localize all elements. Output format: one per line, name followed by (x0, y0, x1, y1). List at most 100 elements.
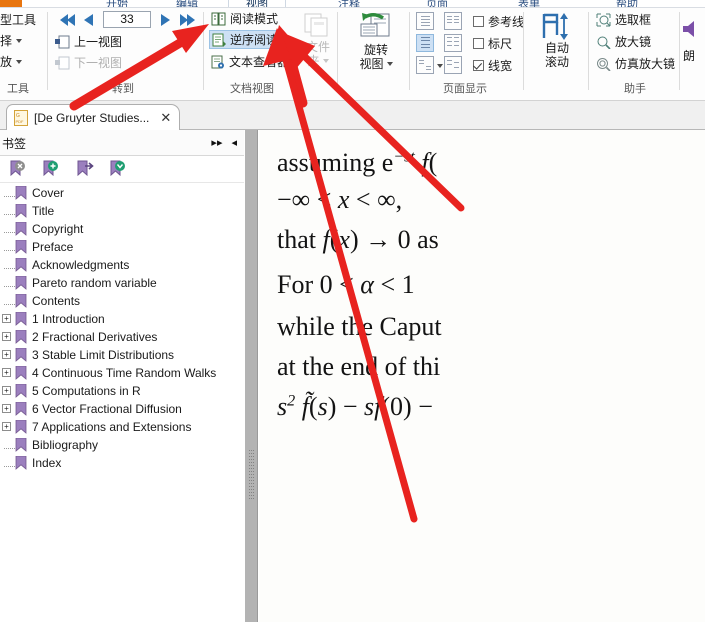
bookmark-item[interactable]: +3 Stable Limit Distributions (0, 346, 244, 364)
bookmark-flag-icon (15, 366, 27, 380)
reading-mode-button[interactable]: 阅读模式 (209, 9, 280, 28)
pdf-reader-window: 开始 编辑 视图 注释 页面 表单 帮助 型工具 择 放 工具 (0, 0, 705, 622)
group-label-docview: 文档视图 (211, 80, 293, 96)
pdf-text-line: assuming e−st f( (277, 148, 437, 178)
bookmark-tree-line (4, 196, 15, 197)
two-page-continuous-layout-button[interactable] (444, 34, 462, 52)
bookmark-item[interactable]: Title (0, 202, 244, 220)
document-tab-bar: G PDF [De Gruyter Studies... ✕ (0, 101, 705, 130)
auto-scroll-button[interactable]: 自动 滚动 (534, 11, 580, 69)
bookmark-flag-icon (15, 294, 27, 308)
document-tab-title: [De Gruyter Studies... (34, 111, 149, 125)
continuous-layout-button[interactable] (416, 34, 434, 52)
bookmark-item[interactable]: Preface (0, 238, 244, 256)
bookmark-expand-icon[interactable]: + (2, 404, 11, 413)
bookmark-flag-icon (15, 276, 27, 290)
pdf-page-view[interactable]: assuming e−st f(−∞ < x < ∞,that f(x) → 0… (259, 130, 705, 622)
single-page-layout-button[interactable] (416, 12, 434, 30)
bookmark-item[interactable]: +1 Introduction (0, 310, 244, 328)
bookmark-item-label: Acknowledgments (32, 258, 129, 272)
text-viewer-button[interactable]: 文本查看器 (209, 52, 291, 71)
guides-checkbox[interactable] (473, 16, 484, 27)
tool-item-1[interactable]: 择 (0, 31, 24, 50)
rotate-view-label-1: 旋转 (364, 43, 388, 57)
splitter-grip[interactable] (249, 450, 254, 500)
rotate-view-button[interactable]: 旋转 视图 (350, 11, 402, 71)
bookmark-item-label: 4 Continuous Time Random Walks (32, 366, 216, 380)
book-mode-layout-button[interactable] (444, 56, 462, 74)
group-label-tools: 工具 (0, 80, 40, 96)
bookmark-item-label: 6 Vector Fractional Diffusion (32, 402, 182, 416)
group-label-goto: 转到 (88, 80, 158, 96)
bookmark-expand-icon[interactable]: + (2, 314, 11, 323)
bookmark-item[interactable]: +4 Continuous Time Random Walks (0, 364, 244, 382)
document-tab[interactable]: G PDF [De Gruyter Studies... ✕ (6, 104, 180, 130)
bookmark-item[interactable]: Cover (0, 184, 244, 202)
bookmark-item-label: 2 Fractional Derivatives (32, 330, 157, 344)
next-page-icon[interactable] (158, 11, 174, 29)
bookmark-item[interactable]: Bibliography (0, 436, 244, 454)
goto-bookmark-button[interactable] (75, 160, 95, 179)
reverse-read-button[interactable]: 逆序阅读 (209, 30, 281, 49)
tool-item-0[interactable]: 型工具 (0, 10, 38, 29)
ribbon-group-assistant: 选取框 放大镜 (590, 8, 680, 101)
bookmark-expand-icon[interactable]: + (2, 332, 11, 341)
bookmark-item-label: 3 Stable Limit Distributions (32, 348, 174, 362)
guides-checkbox-row[interactable]: 参考线 (473, 13, 524, 30)
bookmark-item[interactable]: Contents (0, 292, 244, 310)
chevron-down-icon (387, 62, 393, 66)
pdf-text-line: at the end of thi (277, 352, 440, 382)
bookmark-item[interactable]: Pareto random variable (0, 274, 244, 292)
page-number-input[interactable]: 33 (103, 11, 151, 28)
last-page-icon[interactable] (178, 11, 200, 29)
chevron-down-icon[interactable] (437, 64, 443, 68)
bookmarks-toolbar (0, 156, 244, 183)
bookmark-item[interactable]: Index (0, 454, 244, 472)
linewidth-checkbox-row[interactable]: 线宽 (473, 57, 512, 74)
bookmark-item[interactable]: +7 Applications and Extensions (0, 418, 244, 436)
panel-splitter[interactable] (244, 130, 258, 622)
ribbon: 开始 编辑 视图 注释 页面 表单 帮助 型工具 择 放 工具 (0, 0, 705, 101)
speaker-icon[interactable] (681, 18, 703, 40)
separate-cover-layout-button[interactable] (416, 56, 434, 74)
bookmarks-list[interactable]: Cover Title CopyrightPreface Acknowledgment… (0, 184, 244, 622)
collapse-panel-icon[interactable]: ◂ (231, 136, 237, 149)
previous-view-icon (55, 35, 70, 49)
bookmark-tree-line (4, 214, 15, 215)
bookmark-flag-icon (15, 420, 27, 434)
bookmark-item-label: Pareto random variable (32, 276, 157, 290)
bookmark-item-label: Contents (32, 294, 80, 308)
first-page-icon[interactable] (55, 11, 77, 29)
bookmark-flag-icon (15, 258, 27, 272)
bookmark-item[interactable]: +6 Vector Fractional Diffusion (0, 400, 244, 418)
ruler-checkbox-row[interactable]: 标尺 (473, 35, 512, 52)
selection-box-button[interactable]: 选取框 (594, 10, 653, 29)
bookmark-flag-icon (15, 348, 27, 362)
bookmark-item[interactable]: Copyright (0, 220, 244, 238)
add-bookmark-button[interactable] (41, 160, 61, 179)
bookmark-expand-icon[interactable]: + (2, 368, 11, 377)
previous-view-button[interactable]: 上一视图 (53, 32, 124, 51)
close-icon[interactable]: ✕ (160, 110, 171, 126)
ribbon-group-autoscroll: 自动 滚动 (526, 8, 586, 101)
bookmark-item-label: Title (32, 204, 54, 218)
bookmark-item[interactable]: Acknowledgments (0, 256, 244, 274)
collapse-bookmarks-button[interactable] (108, 160, 128, 179)
bookmark-item[interactable]: +5 Computations in R (0, 382, 244, 400)
linewidth-checkbox[interactable] (473, 60, 484, 71)
ruler-checkbox[interactable] (473, 38, 484, 49)
loupe-button[interactable]: 仿真放大镜 (594, 54, 677, 73)
selection-box-icon (596, 13, 611, 27)
two-page-layout-button[interactable] (444, 12, 462, 30)
expand-panel-icon[interactable]: ▸▸ (211, 136, 222, 149)
bookmark-item[interactable]: +2 Fractional Derivatives (0, 328, 244, 346)
tool-item-2[interactable]: 放 (0, 52, 24, 71)
group-separator (588, 12, 589, 90)
bookmark-expand-icon[interactable]: + (2, 386, 11, 395)
bookmark-expand-icon[interactable]: + (2, 422, 11, 431)
delete-bookmark-button[interactable] (8, 160, 28, 179)
previous-page-icon[interactable] (80, 11, 96, 29)
pdf-text-line: while the Caput (277, 312, 442, 342)
bookmark-expand-icon[interactable]: + (2, 350, 11, 359)
magnifier-button[interactable]: 放大镜 (594, 32, 653, 51)
